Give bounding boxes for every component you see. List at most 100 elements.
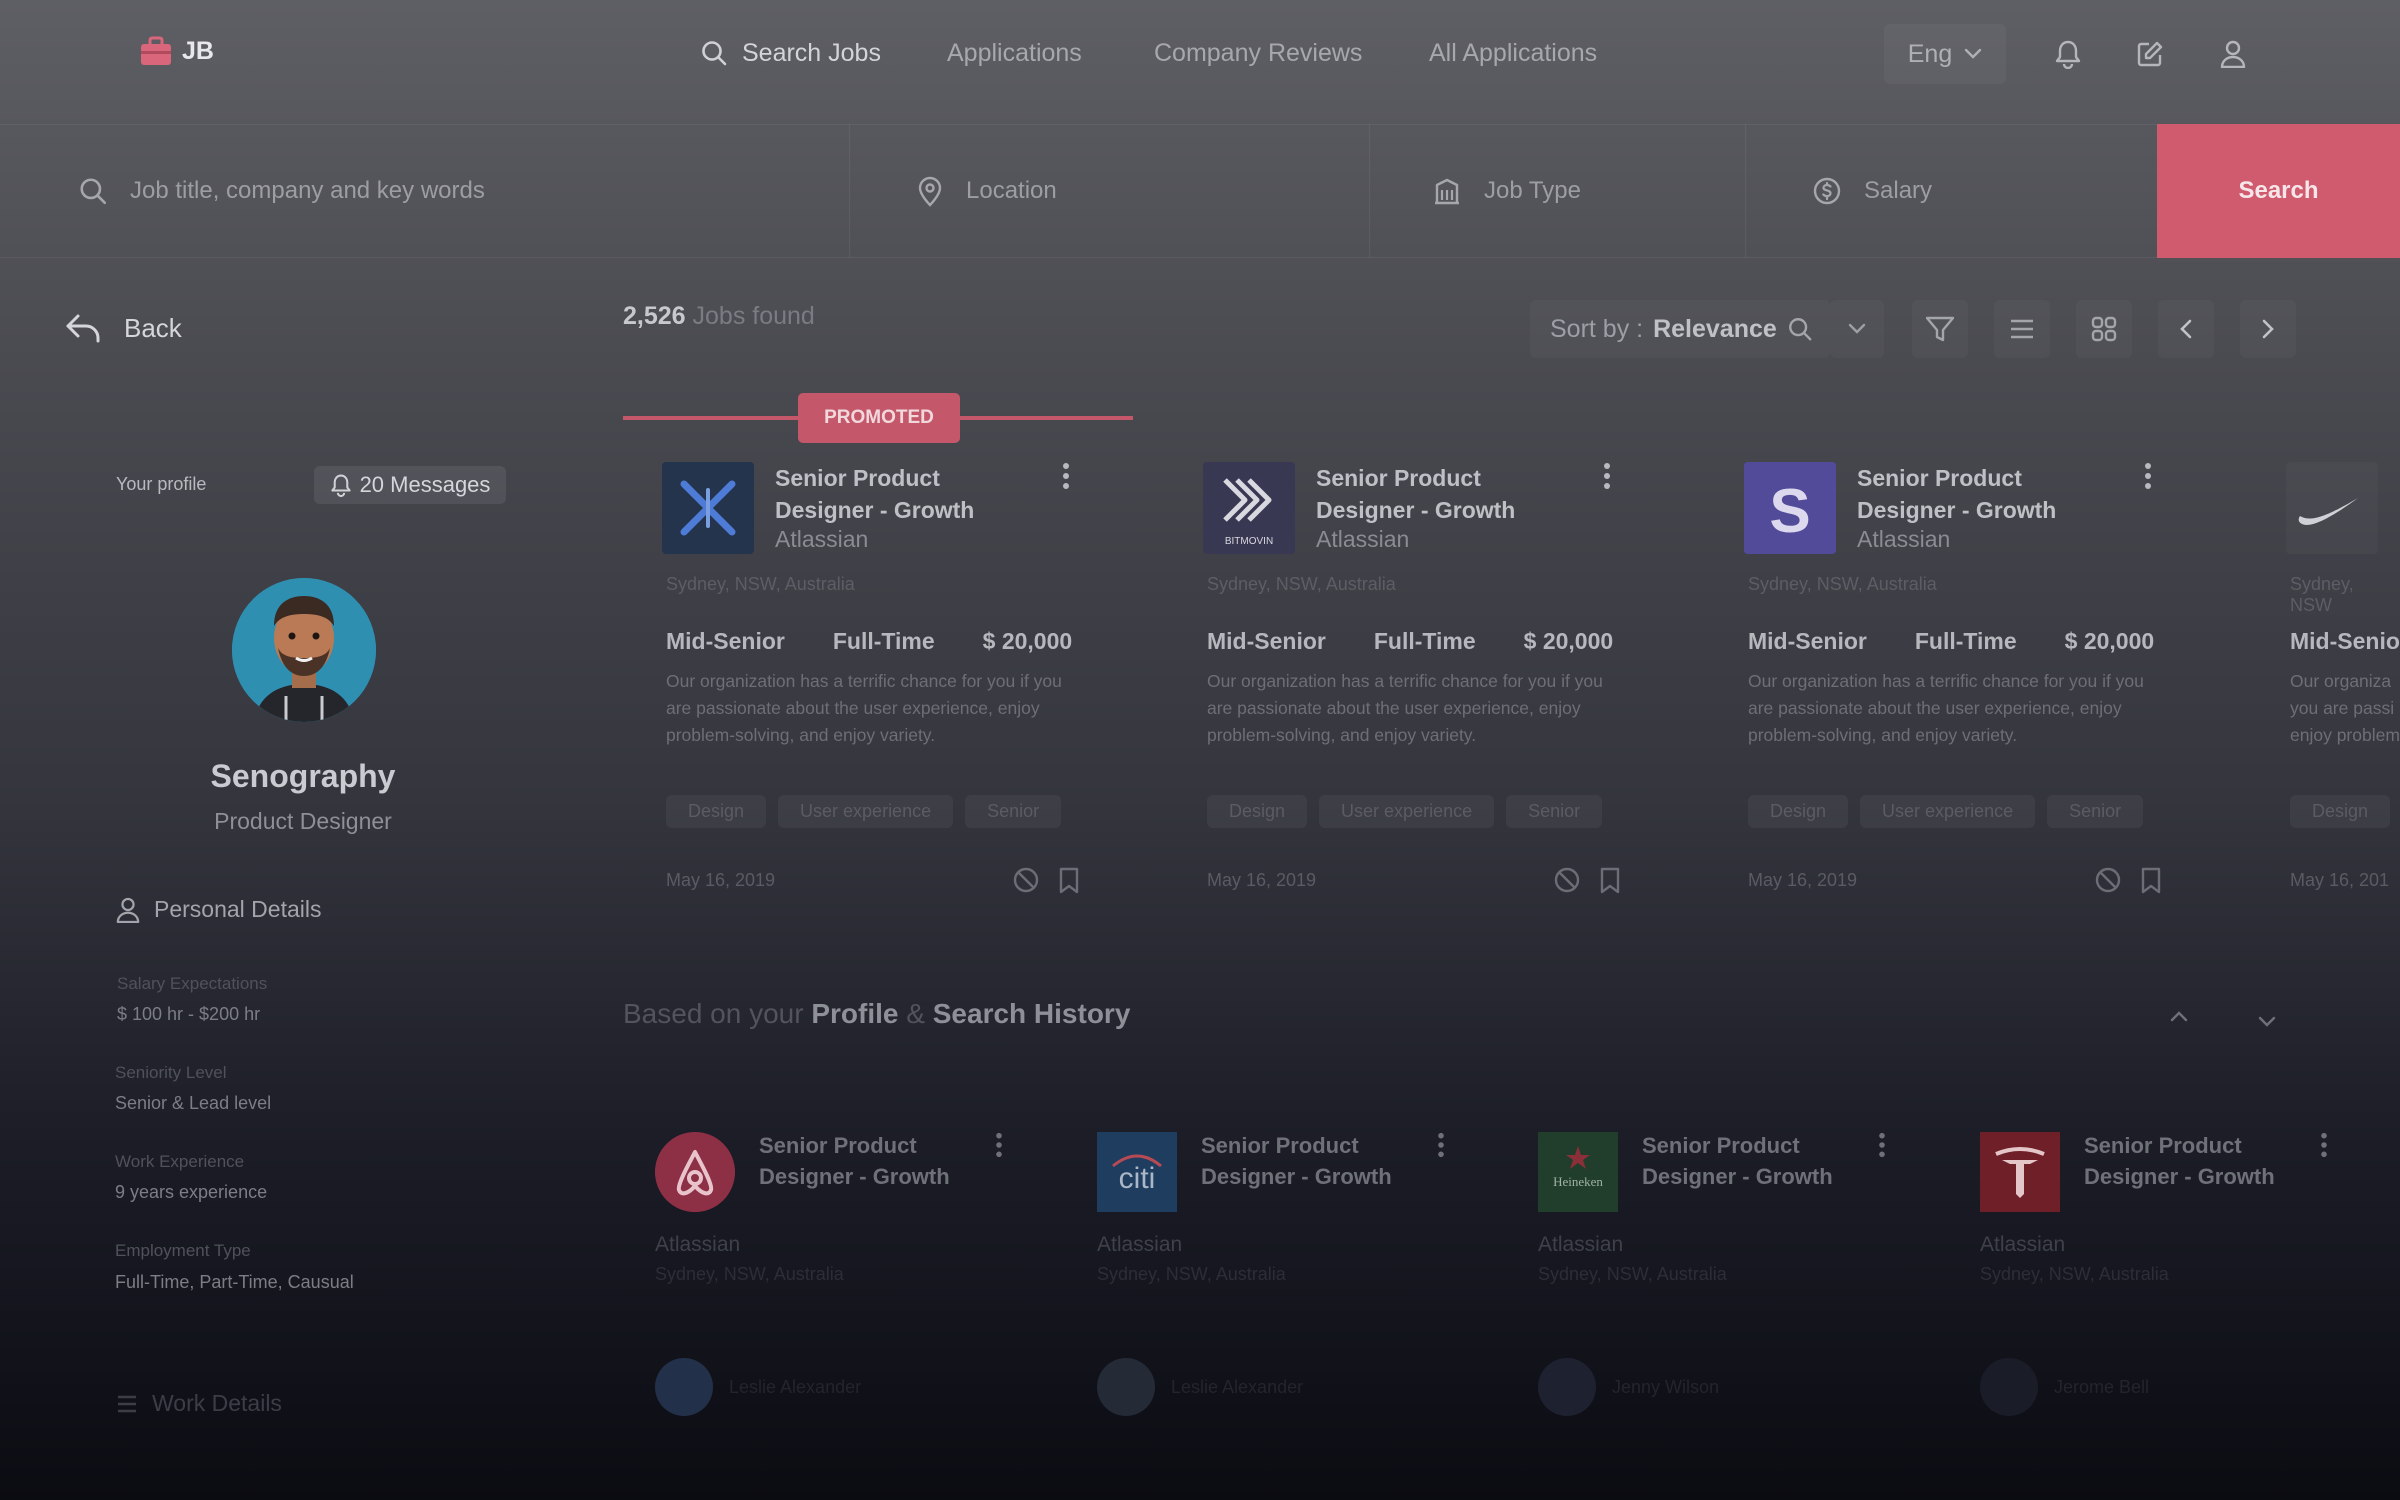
company-name: Atlassian xyxy=(655,1233,741,1256)
scroll-up-button[interactable] xyxy=(2170,1010,2188,1022)
card-menu-button[interactable] xyxy=(1878,1132,1886,1158)
card-actions xyxy=(1553,866,1621,894)
chevron-down-icon xyxy=(1964,48,1982,60)
tag[interactable]: Senior xyxy=(1506,795,1603,828)
company-logo: Heineken xyxy=(1538,1132,1618,1212)
chevron-up-icon xyxy=(2170,1010,2188,1022)
compose-button[interactable] xyxy=(2122,26,2178,82)
avatar xyxy=(232,578,376,722)
job-title[interactable]: Senior Product Designer - Growth xyxy=(1857,462,2087,526)
block-icon[interactable] xyxy=(2094,866,2122,894)
job-location: Sydney, NSW, Australia xyxy=(666,574,855,594)
profile-name: Senography xyxy=(210,758,396,794)
filter-button[interactable] xyxy=(1912,300,1968,358)
nav-all-applications[interactable]: All Applications xyxy=(1429,28,1597,78)
job-title[interactable]: Senior Product Designer - Growth xyxy=(1201,1130,1431,1192)
briefcase-icon xyxy=(140,36,172,66)
sort-select[interactable]: Sort by : Relevance xyxy=(1530,300,1830,358)
messages-badge[interactable]: 20 Messages xyxy=(314,466,506,504)
work-details-header[interactable]: Work Details xyxy=(116,1390,282,1417)
nav-applications[interactable]: Applications xyxy=(947,28,1082,78)
nav-search-jobs[interactable]: Search Jobs xyxy=(700,28,881,78)
tag[interactable]: User experience xyxy=(1319,795,1495,828)
card-menu-button[interactable] xyxy=(2144,462,2152,490)
recruiter: Jerome Bell xyxy=(1980,1358,2149,1416)
bookmark-icon[interactable] xyxy=(1599,866,1621,894)
sort-dropdown-toggle[interactable] xyxy=(1830,300,1884,358)
logo-text: Heineken xyxy=(1553,1174,1603,1189)
job-title[interactable]: Senior Product Designer - Growth xyxy=(2084,1130,2314,1192)
chevron-right-icon xyxy=(2262,319,2274,339)
job-description: Our organization has a terrific chance f… xyxy=(666,671,1062,745)
logo-text: S xyxy=(1769,477,1810,546)
detail-label: Seniority Level xyxy=(115,1063,227,1082)
job-tags: Design xyxy=(2290,795,2391,828)
company-logo xyxy=(662,462,754,554)
tag[interactable]: Design xyxy=(2290,795,2391,828)
tag[interactable]: Design xyxy=(1207,795,1308,828)
job-description: Our organization has a terrific chance f… xyxy=(1748,671,2144,745)
job-card[interactable]: Sydney, NSW Mid-Senior Our organiza you … xyxy=(2286,0,2400,1000)
tag[interactable]: User experience xyxy=(778,795,954,828)
notifications-button[interactable] xyxy=(2040,26,2096,82)
job-tags: Design User experience Senior xyxy=(1207,795,1603,828)
job-location: Sydney, NSW, Australia xyxy=(1207,574,1396,594)
more-vertical-icon xyxy=(1437,1132,1445,1158)
logo-text: citi xyxy=(1119,1162,1156,1195)
job-title[interactable]: Senior Product Designer - Growth xyxy=(775,462,1005,526)
company-name: Atlassian xyxy=(1097,1233,1183,1256)
card-actions xyxy=(2094,866,2162,894)
tag[interactable]: User experience xyxy=(1860,795,2036,828)
job-meta: Mid-Senior Full-Time $ 20,000 xyxy=(1207,628,1614,654)
bookmark-icon[interactable] xyxy=(2140,866,2162,894)
language-select[interactable]: Eng xyxy=(1884,24,2006,84)
card-menu-button[interactable] xyxy=(1437,1132,1445,1158)
previous-page-button[interactable] xyxy=(2158,300,2214,358)
card-menu-button[interactable] xyxy=(1062,462,1070,490)
block-icon[interactable] xyxy=(1553,866,1581,894)
search-icon xyxy=(1787,316,1813,342)
job-title[interactable]: Senior Product Designer - Growth xyxy=(1316,462,1546,526)
job-location: Sydney, NSW, Australia xyxy=(1748,574,1937,594)
tag[interactable]: Design xyxy=(1748,795,1849,828)
edit-icon xyxy=(2136,40,2164,68)
job-location: Sydney, NSW, Australia xyxy=(1538,1264,1727,1284)
detail-value: $ 100 hr - $200 hr xyxy=(117,1004,261,1024)
nav-company-reviews[interactable]: Company Reviews xyxy=(1154,28,1362,78)
scroll-down-button[interactable] xyxy=(2258,1016,2276,1028)
tag[interactable]: Senior xyxy=(2047,795,2144,828)
more-vertical-icon xyxy=(2320,1132,2328,1158)
list-view-button[interactable] xyxy=(1994,300,2050,358)
tag[interactable]: Design xyxy=(666,795,767,828)
personal-details-header[interactable]: Personal Details xyxy=(116,896,321,923)
job-title[interactable]: Senior Product Designer - Growth xyxy=(759,1130,989,1192)
card-menu-button[interactable] xyxy=(2320,1132,2328,1158)
tag[interactable]: Senior xyxy=(965,795,1062,828)
filter-icon xyxy=(1925,315,1955,343)
back-arrow-icon xyxy=(64,312,102,344)
jobs-found-count: 2,526 Jobs found xyxy=(623,302,815,330)
detail-value: Full-Time, Part-Time, Causual xyxy=(115,1272,354,1292)
salary-select[interactable]: Salary xyxy=(1746,124,2157,258)
back-button[interactable]: Back xyxy=(64,312,182,344)
profile-button[interactable] xyxy=(2205,26,2261,82)
job-title[interactable]: Senior Product Designer - Growth xyxy=(1642,1130,1872,1192)
card-menu-button[interactable] xyxy=(995,1132,1003,1158)
app-logo[interactable]: JB xyxy=(140,36,214,66)
more-vertical-icon xyxy=(995,1132,1003,1158)
keywords-input[interactable]: Job title, company and key words xyxy=(0,124,850,258)
company-logo xyxy=(1980,1132,2060,1212)
job-meta: Mid-Senior xyxy=(2290,628,2400,654)
card-menu-button[interactable] xyxy=(1603,462,1611,490)
bookmark-icon[interactable] xyxy=(1058,866,1080,894)
location-input[interactable]: Location xyxy=(850,124,1370,258)
recommended-title: Based on your Profile & Search History xyxy=(623,998,1131,1029)
grid-view-button[interactable] xyxy=(2076,300,2132,358)
block-icon[interactable] xyxy=(1012,866,1040,894)
job-type-select[interactable]: Job Type xyxy=(1370,124,1746,258)
list-icon xyxy=(2009,318,2035,340)
profile-label: Your profile xyxy=(116,474,207,494)
card-actions xyxy=(1012,866,1080,894)
company-logo: S xyxy=(1744,462,1836,554)
recruiter: Jenny Wilson xyxy=(1538,1358,1719,1416)
